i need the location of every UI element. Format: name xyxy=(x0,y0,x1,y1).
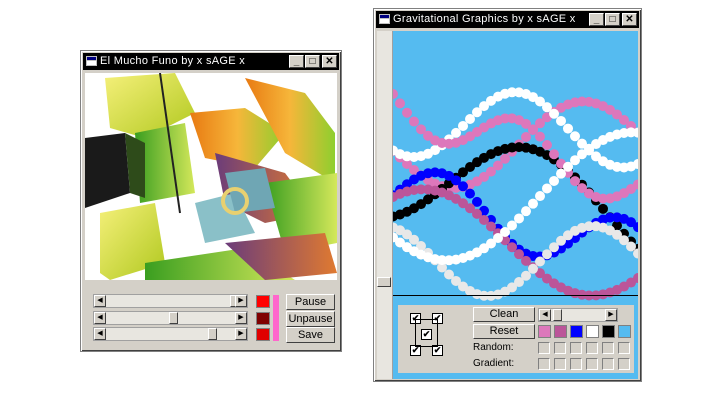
gradient-checkbox-5[interactable] xyxy=(602,358,614,370)
slider-thumb[interactable] xyxy=(553,309,562,321)
window-title: Gravitational Graphics by x sAGE x xyxy=(393,13,576,25)
app-icon xyxy=(86,56,97,66)
reset-button[interactable]: Reset xyxy=(473,324,535,339)
color-preview-bar xyxy=(273,295,279,341)
random-checkbox-6[interactable] xyxy=(618,342,630,354)
scroll-thumb[interactable] xyxy=(377,277,391,287)
scroll-right-arrow-icon[interactable]: ▶ xyxy=(235,328,247,340)
palette-color-1[interactable] xyxy=(538,325,551,338)
window-title: El Mucho Funo by x sAGE x xyxy=(100,55,246,67)
slider-thumb[interactable] xyxy=(208,328,217,340)
save-button[interactable]: Save xyxy=(286,327,335,343)
random-checkbox-3[interactable] xyxy=(570,342,582,354)
palette-color-2[interactable] xyxy=(554,325,567,338)
scroll-right-arrow-icon[interactable]: ▶ xyxy=(235,295,247,307)
gravitational-graphics-window: Gravitational Graphics by x sAGE x _ □ ✕… xyxy=(373,8,642,382)
vertical-scroll-strip[interactable] xyxy=(377,31,393,379)
abstract-art-image xyxy=(85,73,337,280)
slider-thumb[interactable] xyxy=(169,312,178,324)
clean-button[interactable]: Clean xyxy=(473,307,535,322)
color-swatch-3[interactable] xyxy=(256,328,270,341)
minimize-button[interactable]: _ xyxy=(289,55,304,68)
gradient-checkbox-6[interactable] xyxy=(618,358,630,370)
random-checkbox-5[interactable] xyxy=(602,342,614,354)
scroll-right-arrow-icon[interactable]: ▶ xyxy=(605,309,617,321)
speed-slider[interactable]: ◀ ▶ xyxy=(538,308,618,322)
close-button[interactable]: ✕ xyxy=(322,55,337,68)
scroll-right-arrow-icon[interactable]: ▶ xyxy=(235,312,247,324)
gradient-checkbox-1[interactable] xyxy=(538,358,550,370)
control-panel: ✔ ✔ ✔ ✔ ✔ Clean Reset ◀ ▶ Random: Gradie… xyxy=(398,305,634,373)
gradient-checkbox-3[interactable] xyxy=(570,358,582,370)
gradient-checkbox-2[interactable] xyxy=(554,358,566,370)
random-checkbox-2[interactable] xyxy=(554,342,566,354)
minimize-button[interactable]: _ xyxy=(589,13,604,26)
random-checkbox-1[interactable] xyxy=(538,342,550,354)
maximize-button[interactable]: □ xyxy=(305,55,320,68)
palette-color-3[interactable] xyxy=(570,325,583,338)
checkbox-frame xyxy=(415,319,438,347)
scroll-left-arrow-icon[interactable]: ◀ xyxy=(539,309,551,321)
palette-color-6[interactable] xyxy=(618,325,631,338)
scroll-left-arrow-icon[interactable]: ◀ xyxy=(94,312,106,324)
scroll-left-arrow-icon[interactable]: ◀ xyxy=(94,328,106,340)
slider-1[interactable]: ◀ ▶ xyxy=(93,294,248,308)
palette-color-4[interactable] xyxy=(586,325,599,338)
gradient-label: Gradient: xyxy=(473,358,515,369)
gradient-checkbox-4[interactable] xyxy=(586,358,598,370)
mucho-funo-window: El Mucho Funo by x sAGE x _ □ ✕ ◀ ▶ ◀ ▶ … xyxy=(80,50,342,352)
divider-line xyxy=(393,295,638,296)
palette-color-5[interactable] xyxy=(602,325,615,338)
scroll-left-arrow-icon[interactable]: ◀ xyxy=(94,295,106,307)
maximize-button[interactable]: □ xyxy=(605,13,620,26)
title-bar[interactable]: El Mucho Funo by x sAGE x _ □ ✕ xyxy=(83,53,339,70)
random-checkbox-4[interactable] xyxy=(586,342,598,354)
color-swatch-2[interactable] xyxy=(256,312,270,325)
app-icon xyxy=(379,14,390,24)
pause-button[interactable]: Pause xyxy=(286,294,335,310)
slider-3[interactable]: ◀ ▶ xyxy=(93,327,248,341)
drawing-canvas[interactable] xyxy=(85,73,337,280)
close-button[interactable]: ✕ xyxy=(622,13,637,26)
title-bar[interactable]: Gravitational Graphics by x sAGE x _ □ ✕ xyxy=(376,11,639,28)
random-label: Random: xyxy=(473,342,514,353)
color-swatch-1[interactable] xyxy=(256,295,270,308)
unpause-button[interactable]: Unpause xyxy=(286,311,335,327)
slider-2[interactable]: ◀ ▶ xyxy=(93,311,248,325)
